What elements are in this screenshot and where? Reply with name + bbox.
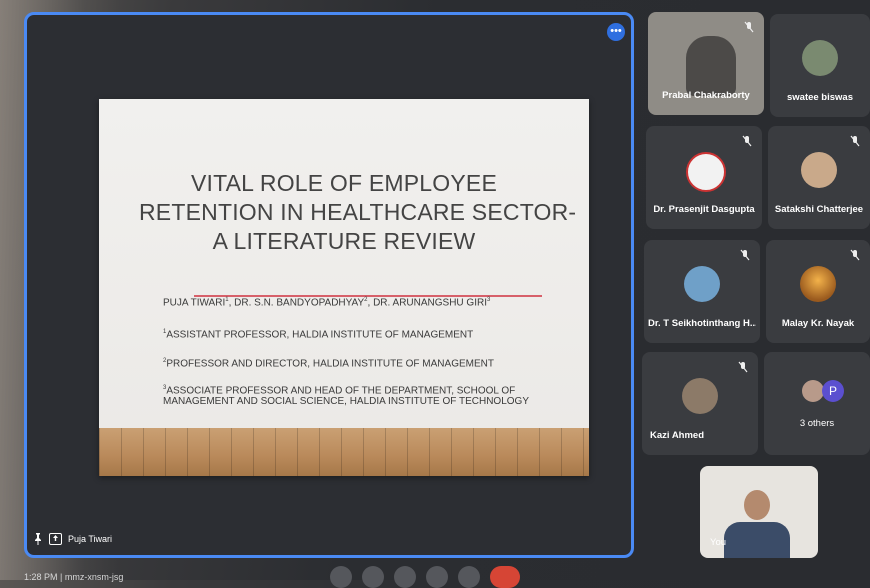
participant-tile-prasenjit[interactable]: Dr. Prasenjit Dasgupta (646, 126, 762, 229)
participant-tile-swatee[interactable]: swatee biswas (770, 14, 870, 117)
participant-tile-prabal[interactable]: Prabal Chakraborty (648, 12, 764, 115)
camera-button[interactable] (362, 566, 384, 588)
presenter-name: Puja Tiwari (68, 534, 113, 544)
slide-title-line-1: VITAL ROLE OF EMPLOYEE (190, 170, 498, 196)
affiliation-1: 1ASSISTANT PROFESSOR, HALDIA INSTITUTE O… (163, 329, 474, 341)
mic-off-icon (738, 360, 748, 373)
present-button[interactable] (426, 566, 448, 588)
meeting-clock: 1:28 PM | mmz-xnsm-jsg (24, 572, 124, 582)
participant-name: Malay Kr. Nayak (781, 318, 855, 329)
participant-tile-satakshi[interactable]: Satakshi Chatterjee (768, 126, 870, 229)
participant-tile-malay[interactable]: Malay Kr. Nayak (766, 240, 870, 343)
end-call-button[interactable] (490, 566, 520, 588)
mic-button[interactable] (330, 566, 352, 588)
participant-avatar (686, 152, 726, 192)
meeting-code: mmz-xnsm-jsg (64, 572, 124, 582)
participant-name: Satakshi Chatterjee (774, 204, 864, 215)
mic-off-icon (850, 134, 860, 147)
self-video-face (744, 490, 770, 520)
presentation-icon[interactable] (49, 533, 62, 545)
mic-off-icon (744, 20, 754, 33)
presenter-bar: Puja Tiwari (33, 533, 112, 545)
participant-tile-seikhotinthang[interactable]: Dr. T Seikhotinthang H... (644, 240, 760, 343)
participant-initial-avatar: P (822, 380, 844, 402)
presentation-slide: VITAL ROLE OF EMPLOYEE RETENTION IN HEAL… (99, 99, 589, 476)
mic-off-icon (740, 248, 750, 261)
slide-authors: PUJA TIWARI1, DR. S.N. BANDYOPADHYAY2, D… (163, 297, 491, 309)
self-view-tile[interactable]: You (700, 466, 818, 558)
participant-avatar (684, 266, 720, 302)
mic-off-icon (742, 134, 752, 147)
participant-name: Dr. T Seikhotinthang H... (648, 318, 756, 329)
participant-avatar (682, 378, 718, 414)
participant-name: Dr. Prasenjit Dasgupta (653, 204, 755, 215)
participant-avatar (802, 40, 838, 76)
captions-button[interactable] (394, 566, 416, 588)
participant-name: Kazi Ahmed (650, 430, 705, 441)
participant-avatar (800, 266, 836, 302)
self-label: You (710, 537, 727, 548)
participant-name: swatee biswas (786, 92, 853, 103)
slide-title-line-3: A LITERATURE REVIEW (212, 228, 476, 254)
wood-floor-graphic (99, 428, 589, 476)
affiliation-2: 2PROFESSOR AND DIRECTOR, HALDIA INSTITUT… (163, 358, 494, 370)
mic-off-icon (850, 248, 860, 261)
participant-video (686, 36, 736, 96)
pin-icon[interactable] (33, 533, 43, 545)
slide-title-line-2: RETENTION IN HEALTHCARE SECTOR- (139, 199, 577, 225)
participant-tile-kazi[interactable]: Kazi Ahmed (642, 352, 758, 455)
affiliation-3-continued: MANAGEMENT AND SOCIAL SCIENCE, HALDIA IN… (163, 396, 529, 407)
others-count: 3 others (799, 418, 835, 429)
more-options-icon[interactable]: ••• (607, 23, 625, 41)
participant-tile-others[interactable]: P 3 others (764, 352, 870, 455)
more-button[interactable] (458, 566, 480, 588)
participant-avatar (801, 152, 837, 188)
participant-name: Prabal Chakraborty (662, 90, 750, 101)
participant-avatar (802, 380, 824, 402)
call-controls (330, 566, 520, 588)
slide-title: VITAL ROLE OF EMPLOYEE RETENTION IN HEAL… (139, 169, 577, 256)
self-video-body (724, 522, 790, 558)
presentation-stage[interactable]: ••• VITAL ROLE OF EMPLOYEE RETENTION IN … (24, 12, 634, 558)
